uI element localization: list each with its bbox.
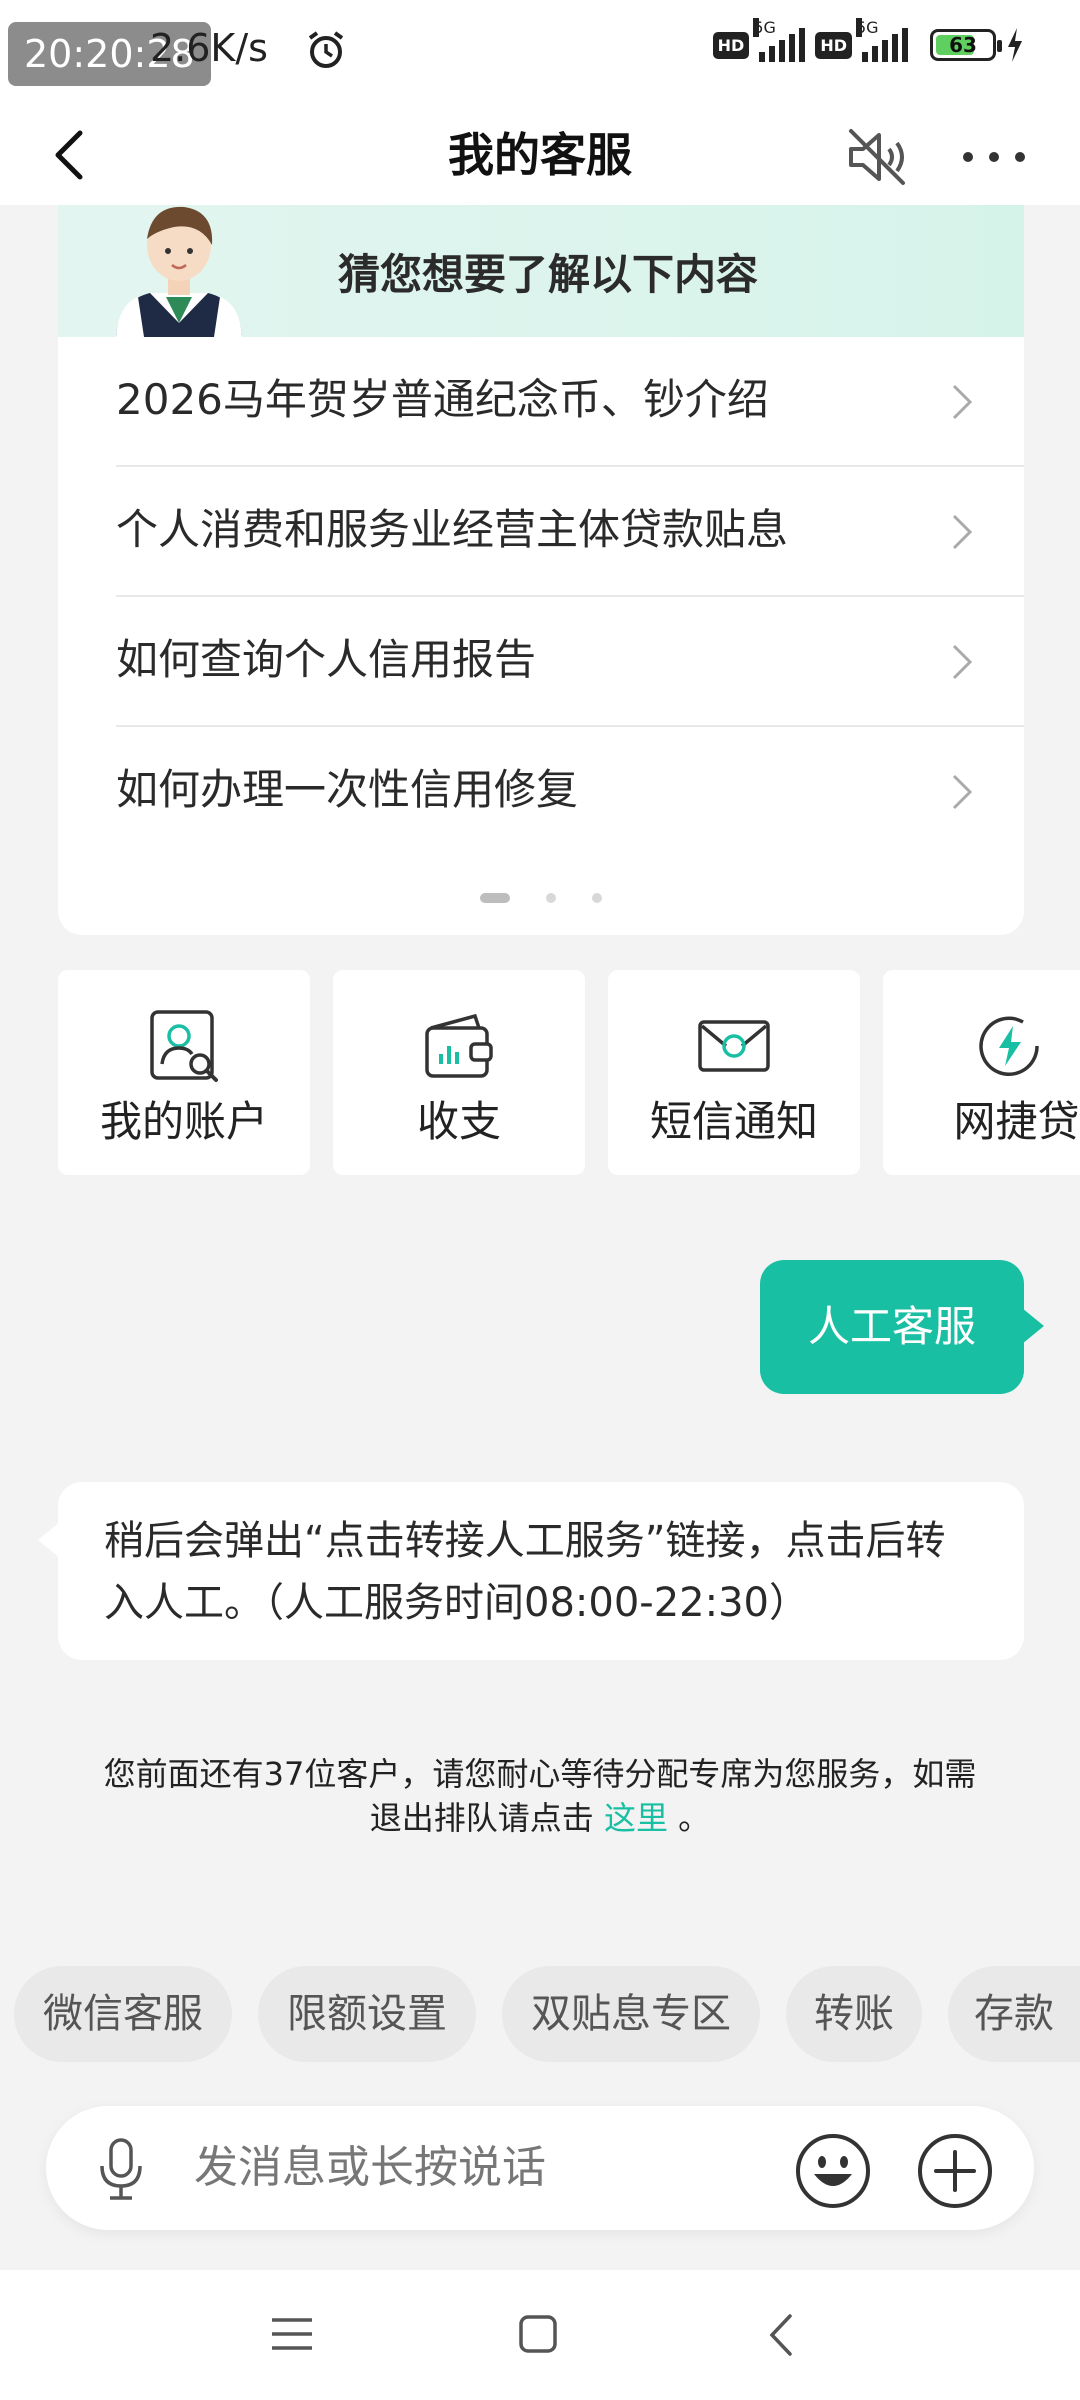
quick-action-my-account[interactable]: 我的账户: [58, 970, 310, 1175]
hd-badge: HD: [712, 31, 750, 59]
quick-action-label: 网捷贷: [953, 1097, 1080, 1146]
quick-action-label: 短信通知: [649, 1097, 818, 1146]
chevron-right-icon: [952, 514, 973, 550]
more-options-icon[interactable]: [958, 135, 1030, 179]
queue-notice-text: 您前面还有37位客户，请您耐心等待分配专席为您服务，如需退出排队请点击: [103, 1755, 977, 1837]
envelope-icon: [698, 1020, 770, 1072]
faq-item[interactable]: 个人消费和服务业经营主体贷款贴息: [116, 467, 1024, 597]
account-search-icon: [150, 1010, 218, 1082]
faq-item-label: 如何办理一次性信用修复: [116, 765, 579, 814]
faq-item[interactable]: 如何查询个人信用报告: [116, 597, 1024, 727]
faq-item-label: 个人消费和服务业经营主体贷款贴息: [116, 505, 789, 554]
faq-banner: 猜您想要了解以下内容: [58, 205, 1024, 337]
chevron-right-icon: [952, 774, 973, 810]
system-nav-bar: [0, 2270, 1080, 2400]
message-input[interactable]: 发消息或长按说话: [194, 2106, 546, 2230]
signal-icon: 5G: [753, 18, 806, 62]
status-bar: 20:20:28 2.6K/s HD 5G HD 5G 63: [0, 0, 1080, 105]
quick-action-label: 我的账户: [99, 1097, 268, 1146]
charging-icon: [1008, 28, 1022, 62]
message-input-bar: 发消息或长按说话: [46, 2106, 1034, 2230]
chip-limit-settings[interactable]: 限额设置: [258, 1966, 476, 2062]
page-title: 我的客服: [448, 128, 632, 182]
quick-action-income-expense[interactable]: 收支: [333, 970, 585, 1175]
chip-transfer[interactable]: 转账: [786, 1966, 922, 2062]
user-message-bubble: 人工客服: [760, 1260, 1044, 1394]
emoji-icon[interactable]: [794, 2132, 872, 2210]
chip-deposit[interactable]: 存款: [948, 1966, 1080, 2062]
net-type-label-2: 5G: [856, 18, 879, 37]
quick-action-sms-notice[interactable]: 短信通知: [608, 970, 860, 1175]
status-icons: HD 5G HD 5G 63: [712, 18, 1024, 62]
nav-back-icon[interactable]: [766, 2312, 796, 2358]
assistant-avatar: [116, 206, 242, 337]
chip-dual-subsidy[interactable]: 双贴息专区: [502, 1966, 760, 2062]
queue-notice: 您前面还有37位客户，请您耐心等待分配专席为您服务，如需退出排队请点击 这里 。: [100, 1752, 980, 1840]
faq-item[interactable]: 2026马年贺岁普通纪念币、钞介绍: [116, 337, 1024, 467]
wallet-chart-icon: [425, 1013, 493, 1078]
exit-queue-link[interactable]: 这里: [604, 1799, 668, 1837]
signal-icon-2: 5G: [856, 18, 908, 62]
quick-action-quick-loan[interactable]: 网捷贷: [883, 970, 1080, 1175]
queue-notice-end: 。: [678, 1799, 711, 1837]
battery-icon: 63: [930, 29, 1002, 61]
app-header: 我的客服: [0, 105, 1080, 205]
microphone-icon[interactable]: [96, 2136, 146, 2202]
quick-action-label: 收支: [416, 1097, 501, 1146]
menu-icon[interactable]: [270, 2316, 314, 2352]
mute-icon[interactable]: [845, 125, 909, 189]
faq-item-label: 如何查询个人信用报告: [116, 635, 537, 684]
chevron-right-icon: [952, 384, 973, 420]
faq-item-label: 2026马年贺岁普通纪念币、钞介绍: [116, 375, 769, 424]
hd-badge-2: HD: [815, 31, 852, 59]
pagination-dots: [58, 887, 1024, 903]
page-dot-active[interactable]: [480, 892, 510, 903]
faq-banner-title: 猜您想要了解以下内容: [338, 250, 759, 299]
page-dot[interactable]: [592, 892, 602, 903]
chevron-right-icon: [952, 644, 973, 680]
home-icon[interactable]: [518, 2314, 558, 2354]
plus-icon[interactable]: [916, 2132, 994, 2210]
faq-item[interactable]: 如何办理一次性信用修复: [116, 727, 1024, 857]
net-type-label: 5G: [753, 18, 776, 37]
faq-card: 猜您想要了解以下内容 2026马年贺岁普通纪念币、钞介绍 个人消费和服务业经营主…: [58, 205, 1024, 935]
page-dot[interactable]: [546, 892, 556, 903]
battery-level: 63: [949, 33, 977, 57]
network-speed: 2.6K/s: [150, 26, 268, 70]
chip-wechat-service[interactable]: 微信客服: [14, 1966, 232, 2062]
bot-message-bubble: 稍后会弹出“点击转接人工服务”链接，点击后转入人工。（人工服务时间08:00-2…: [38, 1482, 1024, 1660]
alarm-icon: [308, 31, 344, 68]
lightning-circle-icon: [979, 1016, 1039, 1076]
